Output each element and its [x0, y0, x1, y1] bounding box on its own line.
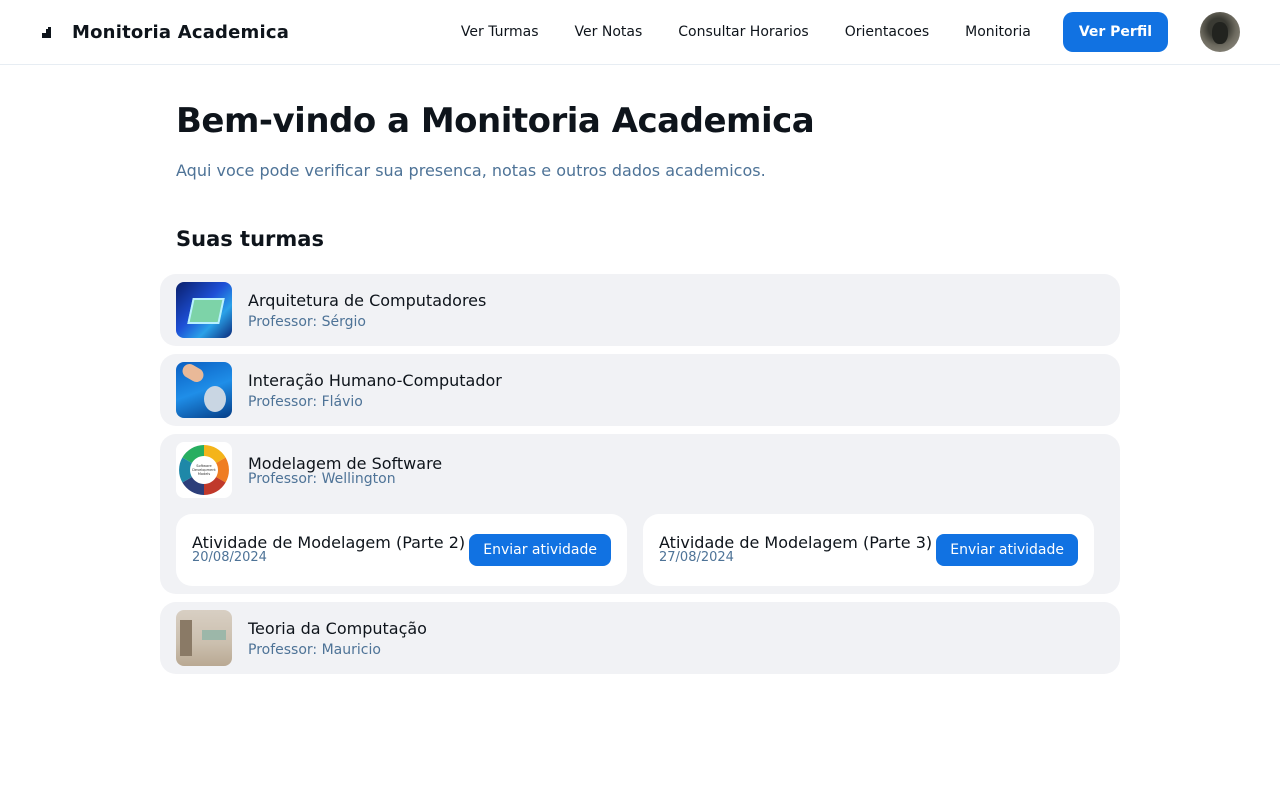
bar-chart-icon — [40, 24, 56, 40]
page-title: Bem-vindo a Monitoria Academica — [176, 101, 815, 141]
class-card-modelagem[interactable]: Software Development Models Modelagem de… — [160, 434, 1120, 594]
activity-date: 27/08/2024 — [659, 550, 734, 565]
activity-name: Atividade de Modelagem (Parte 2) — [192, 533, 466, 552]
activity-info: Atividade de Modelagem (Parte 3) 27/08/2… — [659, 535, 932, 565]
class-row: Arquitetura de Computadores Professor: S… — [160, 274, 1120, 346]
ver-perfil-button[interactable]: Ver Perfil — [1062, 12, 1168, 52]
enviar-atividade-button[interactable]: Enviar atividade — [936, 534, 1078, 566]
class-row: Interação Humano-Computador Professor: F… — [160, 354, 1120, 426]
class-row: Software Development Models Modelagem de… — [160, 434, 1120, 506]
class-thumbnail — [176, 362, 232, 418]
top-navbar: Monitoria Academica Ver Turmas Ver Notas… — [0, 0, 1280, 65]
page-subtitle: Aqui voce pode verificar sua presenca, n… — [176, 161, 766, 180]
class-professor: Professor: Wellington — [248, 470, 396, 487]
class-card-teoria[interactable]: Teoria da Computação Professor: Mauricio — [160, 602, 1120, 674]
class-thumbnail — [176, 610, 232, 666]
main-nav: Ver Turmas Ver Notas Consultar Horarios … — [461, 12, 1240, 52]
class-row: Teoria da Computação Professor: Mauricio — [160, 602, 1120, 674]
activity-date: 20/08/2024 — [192, 550, 267, 565]
activity-card: Atividade de Modelagem (Parte 2) 20/08/2… — [176, 514, 627, 586]
class-name: Arquitetura de Computadores — [248, 290, 487, 310]
nav-monitoria[interactable]: Monitoria — [965, 24, 1031, 40]
class-info: Modelagem de Software Professor: Welling… — [248, 455, 442, 486]
class-name: Modelagem de Software — [248, 453, 443, 473]
activity-name: Atividade de Modelagem (Parte 3) — [659, 533, 933, 552]
class-info: Teoria da Computação Professor: Mauricio — [248, 619, 427, 658]
nav-ver-turmas[interactable]: Ver Turmas — [461, 24, 539, 40]
activities-list: Atividade de Modelagem (Parte 2) 20/08/2… — [160, 506, 1120, 594]
class-card-arquitetura[interactable]: Arquitetura de Computadores Professor: S… — [160, 274, 1120, 346]
nav-consultar-horarios[interactable]: Consultar Horarios — [678, 24, 808, 40]
class-professor: Professor: Flávio — [248, 393, 363, 410]
enviar-atividade-button[interactable]: Enviar atividade — [469, 534, 611, 566]
thumb-text-3: Models — [198, 472, 211, 476]
app-title: Monitoria Academica — [72, 21, 290, 43]
class-professor: Professor: Mauricio — [248, 641, 381, 658]
activity-info: Atividade de Modelagem (Parte 2) 20/08/2… — [192, 535, 465, 565]
class-card-ihc[interactable]: Interação Humano-Computador Professor: F… — [160, 354, 1120, 426]
class-thumbnail — [176, 282, 232, 338]
class-info: Interação Humano-Computador Professor: F… — [248, 371, 502, 410]
nav-orientacoes[interactable]: Orientacoes — [845, 24, 929, 40]
class-name: Interação Humano-Computador — [248, 370, 502, 390]
activity-card: Atividade de Modelagem (Parte 3) 27/08/2… — [643, 514, 1094, 586]
class-name: Teoria da Computação — [248, 618, 427, 638]
section-title: Suas turmas — [176, 227, 324, 251]
class-info: Arquitetura de Computadores Professor: S… — [248, 291, 486, 330]
nav-ver-notas[interactable]: Ver Notas — [575, 24, 643, 40]
avatar[interactable] — [1200, 12, 1240, 52]
class-thumbnail: Software Development Models — [176, 442, 232, 498]
class-professor: Professor: Sérgio — [248, 313, 366, 330]
brand[interactable]: Monitoria Academica — [40, 20, 289, 44]
